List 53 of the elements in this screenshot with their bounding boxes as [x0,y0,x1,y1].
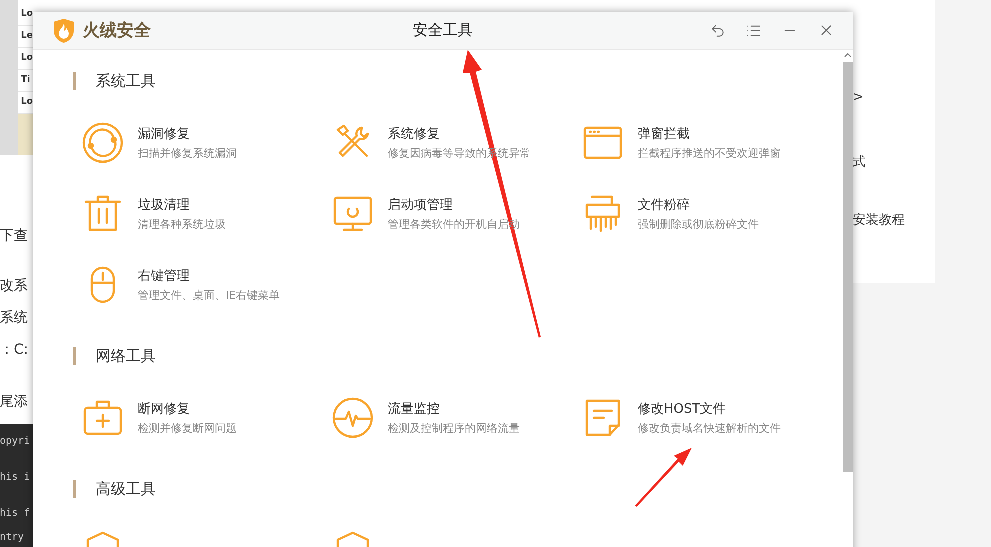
scroll-up-icon[interactable] [844,52,852,58]
photo-placeholder [18,114,33,155]
tool-name: 流量监控 [388,400,441,418]
section-marker [73,72,76,90]
sidebar-link[interactable]: 安装教程 [853,211,905,229]
window-title: 安全工具 [413,21,473,40]
code-line: his i [0,472,32,483]
tool-description: 强制删除或彻底粉碎文件 [638,216,759,232]
tool-name: 断网修复 [138,400,191,418]
code-line: opyri [0,436,32,447]
annotation-arrow [635,448,692,507]
tool-name: 垃圾清理 [138,196,191,214]
tool-description: 管理文件、桌面、IE右键菜单 [138,288,280,302]
sidebar-link[interactable]: > [853,90,864,105]
page-text: 改系 [0,277,29,295]
tool-item[interactable]: 断网修复 检测并修复断网问题 [82,382,332,453]
tool-name: 系统修复 [388,126,441,142]
tool-item[interactable]: 弹窗拦截 拦截程序推送的不受欢迎弹窗 [582,107,832,178]
pulse-icon [332,396,374,438]
section-marker [73,347,76,365]
tool-description: 拦截程序推送的不受欢迎弹窗 [638,146,781,160]
flame-shield-logo-icon [53,18,75,44]
tool-item[interactable]: 修改HOST文件 修改负责域名快速解析的文件 [582,382,832,453]
page-text: ：C: [0,341,30,359]
tool-description: 检测并修复断网问题 [138,420,237,436]
tool-item[interactable]: 垃圾清理 清理各种系统垃圾 [82,178,332,249]
tool-description: 检测及控制程序的网络流量 [388,420,520,436]
section-title: 高级工具 [96,480,156,498]
code-line: ntry [0,532,26,543]
tool-item[interactable]: 右键管理 管理文件、桌面、IE右键菜单 [82,249,332,320]
tool-description: 清理各种系统垃圾 [138,216,226,232]
section-marker [73,480,76,498]
section-title: 系统工具 [96,72,156,90]
tool-name: 启动项管理 [388,196,454,214]
tool-item[interactable]: 文件粉碎 强制删除或彻底粉碎文件 [582,178,832,249]
brand-name: 火绒安全 [83,20,151,42]
page-text: 系统 [0,309,29,327]
tool-item[interactable]: 漏洞修复 扫描并修复系统漏洞 [82,107,332,178]
sidebar-link[interactable]: 式 [853,153,866,171]
tool-name: 漏洞修复 [138,126,191,142]
tool-name: 文件粉碎 [638,196,691,214]
section-title: 网络工具 [96,346,156,366]
page-text: 尾添 [0,393,29,411]
circle-arrows-icon [82,122,124,164]
tool-name: 弹窗拦截 [638,126,691,142]
code-line: his f [0,508,32,519]
page-text: 下查 [0,227,29,245]
tool-description: 扫描并修复系统漏洞 [138,146,237,160]
tool-description: 修改负责域名快速解析的文件 [638,420,781,436]
tool-item[interactable]: 流量监控 检测及控制程序的网络流量 [332,382,582,453]
tool-name: 右键管理 [138,268,191,284]
scrollbar-thumb[interactable] [843,62,853,472]
tool-name: 修改HOST文件 [638,400,728,418]
